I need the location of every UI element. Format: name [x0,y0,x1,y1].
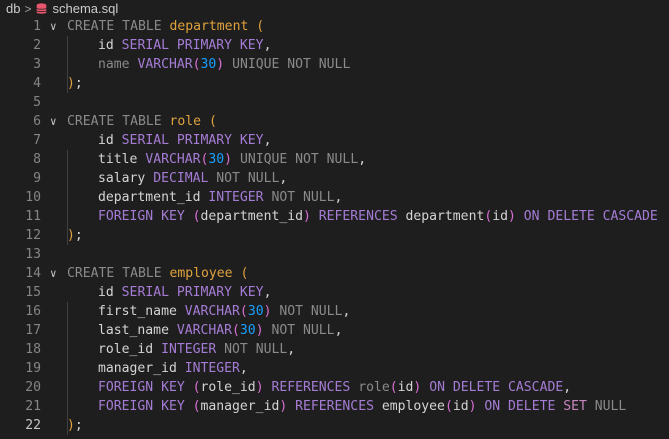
chevron-right-icon: > [24,1,32,16]
code-line[interactable]: 7 id SERIAL PRIMARY KEY, [0,131,669,150]
code-text: last_name VARCHAR(30) NOT NULL, [98,323,343,338]
code-line[interactable]: 13 [0,245,669,264]
line-number: 11 [25,209,41,224]
fold-chevron-icon[interactable]: ∨ [50,264,62,283]
code-text: id SERIAL PRIMARY KEY, [98,285,272,300]
line-number: 7 [33,133,41,148]
code-line[interactable]: 6 ∨ CREATE TABLE role ( [0,112,669,131]
code-line[interactable]: 22); [0,416,669,435]
code-text: ); [67,228,83,243]
line-number: 9 [33,171,41,186]
code-line[interactable]: 11 FOREIGN KEY (department_id) REFERENCES… [0,207,669,226]
code-line[interactable]: 17 last_name VARCHAR(30) NOT NULL, [0,321,669,340]
code-line[interactable]: 8 title VARCHAR(30) UNIQUE NOT NULL, [0,150,669,169]
code-text: manager_id INTEGER, [98,361,248,376]
code-text: salary DECIMAL NOT NULL, [98,171,288,186]
line-number: 20 [25,380,41,395]
code-line[interactable]: 2 id SERIAL PRIMARY KEY, [0,36,669,55]
database-icon [36,2,48,14]
code-text: name VARCHAR(30) UNIQUE NOT NULL [98,57,351,72]
code-line[interactable]: 19 manager_id INTEGER, [0,359,669,378]
line-number: 8 [33,152,41,167]
code-line[interactable]: 21 FOREIGN KEY (manager_id) REFERENCES em… [0,397,669,416]
line-number: 16 [25,304,41,319]
breadcrumb-file[interactable]: schema.sql [36,1,118,16]
breadcrumb-folder[interactable]: db [6,1,20,16]
line-number: 21 [25,399,41,414]
code-editor[interactable]: 1 ∨ CREATE TABLE department ( 2 id SERIAL PR… [0,17,669,435]
code-line[interactable]: 9 salary DECIMAL NOT NULL, [0,169,669,188]
code-line[interactable]: 3 name VARCHAR(30) UNIQUE NOT NULL [0,55,669,74]
line-number: 5 [33,95,41,110]
code-text: CREATE TABLE department ( [67,19,265,34]
line-number: 13 [25,247,41,262]
line-number: 14 [25,266,41,281]
fold-chevron-icon[interactable]: ∨ [50,17,62,36]
line-number: 22 [25,418,41,433]
code-text: title VARCHAR(30) UNIQUE NOT NULL, [98,152,367,167]
code-line[interactable]: 12); [0,226,669,245]
code-text: ); [67,76,83,91]
code-text: CREATE TABLE employee ( [67,266,249,281]
breadcrumb: db > schema.sql [0,0,669,17]
line-number: 2 [33,38,41,53]
line-number: 10 [25,190,41,205]
line-number: 6 [33,114,41,129]
code-text: FOREIGN KEY (role_id) REFERENCES role(id… [98,380,572,395]
line-number: 12 [25,228,41,243]
code-text: CREATE TABLE role ( [67,114,217,129]
code-line[interactable]: 20 FOREIGN KEY (role_id) REFERENCES role(… [0,378,669,397]
code-line[interactable]: 10 department_id INTEGER NOT NULL, [0,188,669,207]
breadcrumb-filename: schema.sql [52,1,119,16]
code-text: department_id INTEGER NOT NULL, [98,190,343,205]
code-line[interactable]: 5 [0,93,669,112]
code-line[interactable]: 4); [0,74,669,93]
line-number: 3 [33,57,41,72]
fold-chevron-icon[interactable]: ∨ [50,112,62,131]
code-text: role_id INTEGER NOT NULL, [98,342,296,357]
line-number: 19 [25,361,41,376]
line-number: 18 [25,342,41,357]
code-line[interactable]: 16 first_name VARCHAR(30) NOT NULL, [0,302,669,321]
code-text: id SERIAL PRIMARY KEY, [98,38,272,53]
line-number: 1 [33,19,41,34]
line-number: 15 [25,285,41,300]
line-number: 4 [33,76,41,91]
code-text: FOREIGN KEY (department_id) REFERENCES d… [98,209,658,224]
code-text: ); [67,418,83,433]
line-number: 17 [25,323,41,338]
code-text: id SERIAL PRIMARY KEY, [98,133,272,148]
code-line[interactable]: 1 ∨ CREATE TABLE department ( [0,17,669,36]
code-text: first_name VARCHAR(30) NOT NULL, [98,304,351,319]
code-line[interactable]: 18 role_id INTEGER NOT NULL, [0,340,669,359]
code-line[interactable]: 15 id SERIAL PRIMARY KEY, [0,283,669,302]
code-line[interactable]: 14 ∨ CREATE TABLE employee ( [0,264,669,283]
code-text: FOREIGN KEY (manager_id) REFERENCES empl… [98,399,627,414]
